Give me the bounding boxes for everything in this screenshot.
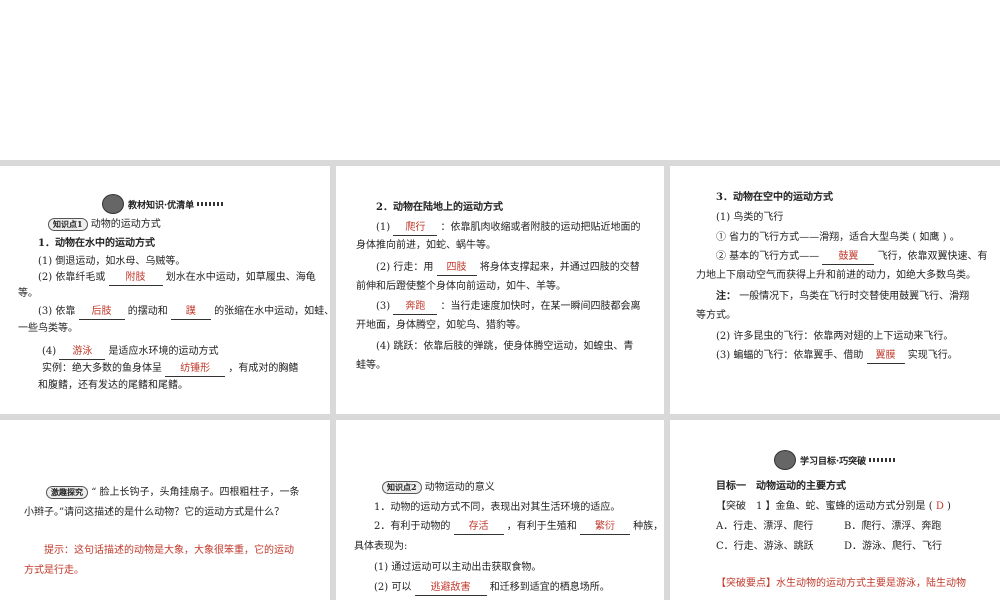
text: 划水在水中运动，如草履虫、海龟 <box>165 272 316 283</box>
text: 将身体支撑起来，并通过四肢的交替 <box>479 262 640 273</box>
text: 2．有利于动物的 <box>374 521 451 532</box>
text: (2) 行走：用 <box>376 262 434 273</box>
answer-blank: 翼膜 <box>866 349 905 364</box>
answer-blank: 爬行 <box>393 221 438 236</box>
text-line: 和腹鳍，还有发达的尾鳍和尾鳍。 <box>38 380 188 391</box>
panel-land-movement: 2．动物在陆地上的运动方式 (1) 爬行 ：依靠肌肉收缩或者附肢的运动把贴近地面… <box>336 166 664 414</box>
text: 的摆动和 <box>127 306 168 317</box>
text: ：依靠肌肉收缩或者附肢的运动把贴近地面的 <box>440 222 641 233</box>
option-b: B．爬行、漂浮、奔跑 <box>844 521 942 532</box>
option-c: C．行走、游泳、跳跃 <box>716 541 814 552</box>
text-line: 具体表现为: <box>354 541 408 552</box>
kp-title: 动物的运动方式 <box>90 219 161 230</box>
top-blank-area <box>0 0 1000 160</box>
panel-air-movement: 3．动物在空中的运动方式 (1) 鸟类的飞行 ① 省力的飞行方式——滑翔，适合大… <box>670 166 1000 414</box>
text: 和迁移到适宜的栖息场所。 <box>489 582 610 593</box>
answer-blank: 奔跑 <box>393 300 438 315</box>
text: (3) 依靠 <box>38 306 76 317</box>
panel-inquiry: 激趣探究 “ 脸上长钩子，头角挂扇子。四根粗柱子，一条 小辫子。”请问这描述的是… <box>0 420 330 600</box>
text: 一般情况下，鸟类在飞行时交替使用鼓翼飞行、滑翔 <box>739 291 970 302</box>
answer-blank: 逃避敌害 <box>414 581 487 596</box>
tip-text: 【突破要点】水生动物的运动方式主要是游泳，陆生动物 <box>716 578 966 589</box>
option-d: D．游泳、爬行、飞行 <box>844 541 943 552</box>
question-text: 小辫子。”请问这描述的是什么动物？它的运动方式是什么？ <box>24 507 285 518</box>
text-line: 1．动物的运动方式不同，表现出对其生活环境的适应。 <box>374 502 621 513</box>
answer-blank: 后肢 <box>78 305 125 320</box>
text-line: (1) 倒退运动，如水母、乌贼等。 <box>38 256 186 267</box>
text: ，有成对的胸鳍 <box>228 363 299 374</box>
follow-me-icon <box>102 194 124 214</box>
text: (2) 可以 <box>374 582 412 593</box>
text: (3) 蝙蝠的飞行：依靠翼手、借助 <box>716 350 864 361</box>
question-text: “ 脸上长钩子，头角挂扇子。四根粗柱子，一条 <box>91 487 300 498</box>
goal-heading: 目标一 动物运动的主要方式 <box>716 481 846 492</box>
heading-land: 2．动物在陆地上的运动方式 <box>376 202 503 213</box>
text: 实例：绝大多数的鱼身体呈 <box>42 363 162 374</box>
text: ：当行走速度加快时，在某一瞬间四肢都会离 <box>440 301 641 312</box>
text-line: (1) 通过运动可以主动出击获取食物。 <box>374 562 542 573</box>
section-banner: 教材知识·优清单 <box>102 194 224 214</box>
text-line: 蛙等。 <box>356 360 386 371</box>
answer-text: D <box>935 501 944 512</box>
answer-blank: 游泳 <box>59 345 106 360</box>
text: ② 基本的飞行方式—— <box>716 251 820 262</box>
text-line: 身体推向前进，如蛇、蜗牛等。 <box>356 240 496 251</box>
section-banner: 学习目标·巧突破 <box>774 450 896 470</box>
answer-blank: 鼓翼 <box>822 250 875 265</box>
text: 是适应水环境的运动方式 <box>108 346 219 357</box>
text-line: 等。 <box>18 288 38 299</box>
answer-blank: 蹼 <box>170 305 211 320</box>
heading-air: 3．动物在空中的运动方式 <box>716 192 833 203</box>
heading-water: 1．动物在水中的运动方式 <box>38 238 155 249</box>
text: (3) <box>376 301 391 312</box>
text: (2) 依靠纤毛或 <box>38 272 106 283</box>
banner-dash-icon <box>869 458 896 462</box>
text-line: ① 省力的飞行方式——滑翔，适合大型鸟类 ( 如鹰 ) 。 <box>716 232 960 243</box>
question-text: 【突破 1 】金鱼、蛇、蜜蜂的运动方式分别是 ( <box>716 501 933 512</box>
panel-movement-significance: 知识点2 动物运动的意义 1．动物的运动方式不同，表现出对其生活环境的适应。 2… <box>336 420 664 600</box>
answer-blank: 繁衍 <box>579 520 630 535</box>
answer-blank: 四肢 <box>436 261 477 276</box>
text: 实现飞行。 <box>907 350 958 361</box>
text-line: 前伸和后蹬使整个身体向前运动，如牛、羊等。 <box>356 281 566 292</box>
text: (1) <box>376 222 391 233</box>
text: 的张缩在水中运动，如蛙、 <box>214 306 330 317</box>
note-label: 注： <box>716 291 736 302</box>
banner-dash-icon <box>197 202 224 206</box>
knowledge-point-badge: 知识点2 <box>382 481 422 494</box>
text-line: (1) 鸟类的飞行 <box>716 212 784 223</box>
text: ，有利于生殖和 <box>506 521 577 532</box>
hint-text: 提示：这句话描述的动物是大象，大象很笨重，它的运动 <box>44 545 294 556</box>
text: ) <box>947 501 951 512</box>
text-line: 等方式。 <box>696 310 736 321</box>
answer-blank: 纺锤形 <box>165 362 226 377</box>
text: 种族， <box>633 521 664 532</box>
mascot-icon <box>774 450 796 470</box>
text: (4) <box>42 346 57 357</box>
text: 飞行，依靠双翼快速、有 <box>877 251 988 262</box>
text-line: (2) 许多昆虫的飞行：依靠两对翅的上下运动来飞行。 <box>716 331 954 342</box>
panel-learning-goals: 学习目标·巧突破 目标一 动物运动的主要方式 【突破 1 】金鱼、蛇、蜜蜂的运动… <box>670 420 1000 600</box>
knowledge-point-badge: 知识点1 <box>48 218 88 231</box>
inquiry-badge: 激趣探究 <box>46 486 88 499</box>
answer-blank: 附肢 <box>108 271 163 286</box>
option-a: A．行走、漂浮、爬行 <box>716 521 814 532</box>
text-line: 开地面，身体腾空，如鸵鸟、猎豹等。 <box>356 320 526 331</box>
kp-title: 动物运动的意义 <box>424 482 495 493</box>
panel-water-movement: 教材知识·优清单 知识点1 动物的运动方式 1．动物在水中的运动方式 (1) 倒… <box>0 166 330 414</box>
text-line: (4) 跳跃：依靠后肢的弹跳，使身体腾空运动，如蝗虫、青 <box>376 341 634 352</box>
hint-text: 方式是行走。 <box>24 565 84 576</box>
text-line: 力地上下扇动空气而获得上升和前进的动力，如绝大多数鸟类。 <box>696 270 976 281</box>
answer-blank: 存活 <box>453 520 504 535</box>
text-line: 一些鸟类等。 <box>18 323 78 334</box>
